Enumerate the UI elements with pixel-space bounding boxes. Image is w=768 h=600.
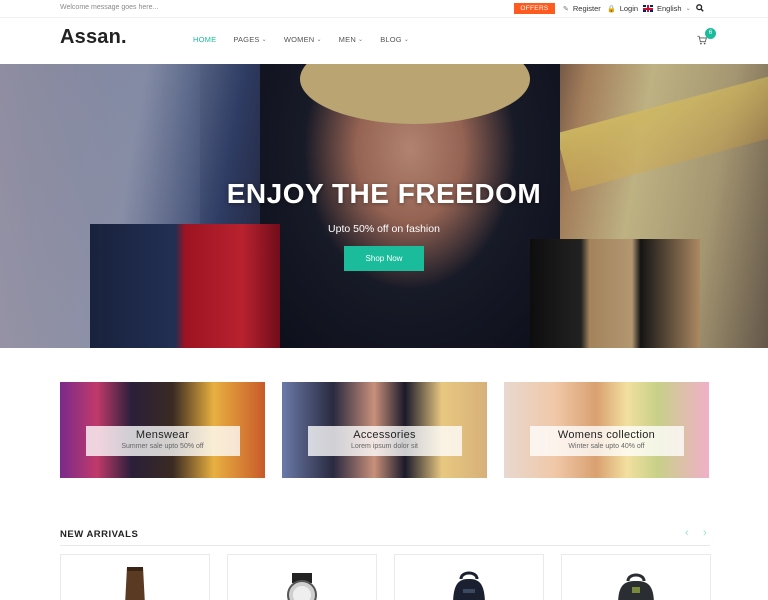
nav-item-men[interactable]: MEN ⌄ (339, 35, 364, 44)
carousel-prev-button[interactable]: ‹ (685, 527, 689, 539)
promo-womens-collection[interactable]: Womens collection Winter sale upto 40% o… (504, 382, 709, 478)
nav-label: PAGES (233, 35, 260, 44)
chevron-down-icon: ⌄ (316, 37, 322, 43)
chevron-down-icon: ⌄ (403, 37, 410, 43)
product-card[interactable] (394, 554, 544, 600)
shop-now-button[interactable]: Shop Now (344, 246, 424, 271)
promo-label: Menswear Summer sale upto 50% off (85, 426, 240, 456)
language-selector[interactable]: English ⌄ (643, 4, 691, 13)
bag-product-image (618, 573, 654, 600)
login-label: Login (619, 4, 639, 13)
hero-subtitle: Upto 50% off on fashion (328, 223, 440, 235)
section-divider (60, 545, 710, 546)
promo-title: Accessories (353, 429, 416, 441)
site-logo[interactable]: Assan. (60, 26, 127, 49)
new-arrivals-title: NEW ARRIVALS (60, 529, 139, 540)
nav-item-blog[interactable]: BLOG ⌄ (380, 35, 409, 44)
nav-item-home[interactable]: HOME (193, 35, 216, 44)
welcome-message: Welcome message goes here... (60, 4, 159, 11)
register-link[interactable]: ✎ Register (563, 4, 601, 13)
cart-button[interactable]: 6 (697, 28, 716, 45)
search-icon (696, 4, 704, 12)
chevron-down-icon: ⌄ (357, 37, 364, 43)
skirt-product-image (125, 567, 145, 600)
product-card[interactable] (561, 554, 711, 600)
promo-label: Womens collection Winter sale upto 40% o… (529, 426, 684, 456)
login-link[interactable]: 🔒 Login (607, 4, 638, 13)
watch-product-image (287, 573, 317, 600)
top-bar: Welcome message goes here... OFFERS ✎ Re… (0, 0, 768, 18)
promo-menswear[interactable]: Menswear Summer sale upto 50% off (60, 382, 265, 478)
promo-accessories[interactable]: Accessories Lorem ipsum dolor sit (282, 382, 487, 478)
product-card[interactable] (227, 554, 377, 600)
lock-icon: 🔒 (607, 5, 616, 13)
language-label: English (657, 4, 682, 13)
pencil-icon: ✎ (563, 5, 569, 13)
promo-title: Womens collection (557, 429, 656, 441)
chevron-right-icon: › (703, 527, 707, 539)
chevron-left-icon: ‹ (685, 527, 689, 539)
nav-label: MEN (338, 35, 356, 44)
promo-title: Menswear (135, 429, 190, 441)
nav-label: HOME (193, 35, 217, 44)
nav-item-women[interactable]: WOMEN ⌄ (284, 35, 322, 44)
backpack-product-image (453, 571, 485, 600)
cart-count-badge: 6 (705, 28, 716, 39)
register-label: Register (572, 4, 601, 13)
hero-banner: ENJOY THE FREEDOM Upto 50% off on fashio… (0, 64, 768, 348)
promo-label: Accessories Lorem ipsum dolor sit (307, 426, 462, 456)
promo-subtitle: Lorem ipsum dolor sit (351, 443, 418, 450)
nav-label: BLOG (380, 35, 402, 44)
offers-badge[interactable]: OFFERS (514, 3, 555, 14)
product-card[interactable] (60, 554, 210, 600)
main-header: Assan. HOME PAGES ⌄ WOMEN ⌄ MEN ⌄ BLOG ⌄… (0, 18, 768, 64)
carousel-next-button[interactable]: › (703, 527, 707, 539)
hero-title: ENJOY THE FREEDOM (226, 178, 542, 209)
nav-item-pages[interactable]: PAGES ⌄ (233, 35, 267, 44)
promo-subtitle: Summer sale upto 50% off (121, 443, 204, 450)
promo-subtitle: Winter sale upto 40% off (568, 443, 645, 450)
search-button[interactable] (696, 4, 704, 12)
chevron-down-icon: ⌄ (261, 37, 267, 43)
main-nav: HOME PAGES ⌄ WOMEN ⌄ MEN ⌄ BLOG ⌄ (193, 35, 426, 44)
uk-flag-icon (643, 5, 653, 12)
nav-label: WOMEN (283, 35, 315, 44)
chevron-down-icon: ⌄ (685, 6, 691, 12)
